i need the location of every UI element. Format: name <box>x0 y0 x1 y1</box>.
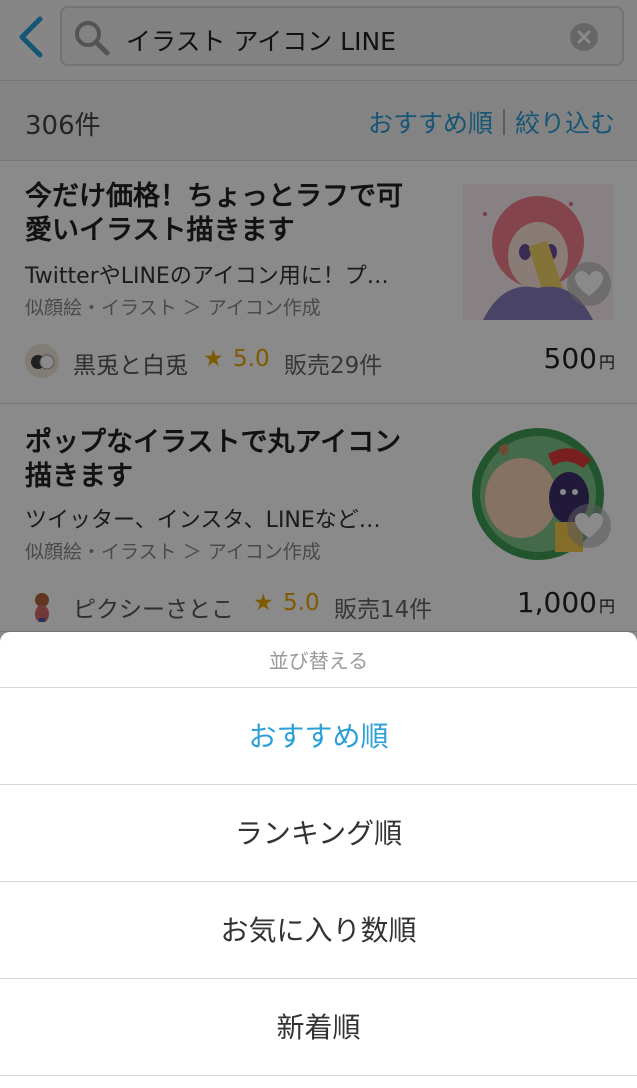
sort-option-ranking[interactable]: ランキング順 <box>0 785 637 882</box>
sort-action-sheet: 並び替える おすすめ順 ランキング順 お気に入り数順 新着順 <box>0 632 637 1088</box>
sort-option-recommended[interactable]: おすすめ順 <box>0 688 637 785</box>
sort-option-favorites[interactable]: お気に入り数順 <box>0 882 637 979</box>
sort-option-newest[interactable]: 新着順 <box>0 979 637 1076</box>
sheet-title: 並び替える <box>0 632 637 688</box>
